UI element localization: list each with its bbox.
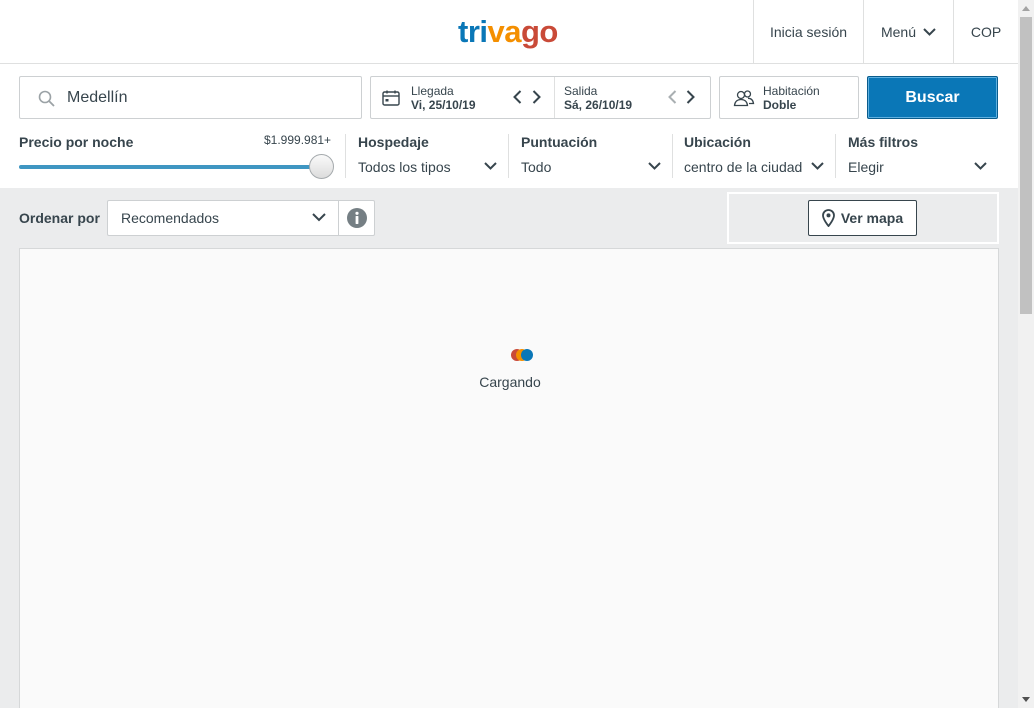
filter-divider <box>835 134 836 178</box>
filter-divider <box>345 134 346 178</box>
room-label: Habitación <box>763 84 820 98</box>
filter-divider <box>508 134 509 178</box>
filter-divider <box>672 134 673 178</box>
scrollbar-thumb[interactable] <box>1020 17 1032 314</box>
top-header: trivago Inicia sesión Menú COP <box>0 0 1018 64</box>
destination-search-field[interactable]: Medellín <box>19 76 362 119</box>
scroll-down-arrow-icon[interactable] <box>1018 691 1034 708</box>
checkin-date[interactable]: Vi, 25/10/19 <box>411 98 476 112</box>
view-map-button[interactable]: Ver mapa <box>808 200 917 236</box>
search-icon <box>38 90 55 107</box>
room-selector[interactable]: Habitación Doble <box>719 76 859 119</box>
room-value: Doble <box>763 98 797 112</box>
price-slider-track[interactable] <box>19 165 322 169</box>
logo-part-tri: tri <box>458 14 488 49</box>
search-button-label: Buscar <box>905 88 960 106</box>
trivago-logo[interactable]: trivago <box>458 14 558 50</box>
info-icon <box>346 208 367 228</box>
loading-spinner <box>511 348 541 362</box>
destination-value: Medellín <box>67 89 128 106</box>
currency-label: COP <box>970 23 1002 40</box>
logo-part-va: va <box>487 14 522 49</box>
checkout-label: Salida <box>564 84 598 98</box>
checkin-label: Llegada <box>411 84 454 98</box>
login-label: Inicia sesión <box>769 23 848 40</box>
price-slider-handle[interactable] <box>309 154 334 179</box>
checkout-date[interactable]: Sá, 26/10/19 <box>564 98 632 112</box>
sort-label: Ordenar por <box>19 210 100 226</box>
checkin-prev-chevron-left-icon[interactable] <box>513 90 522 104</box>
sort-info-button[interactable] <box>338 200 375 236</box>
chevron-down-icon <box>312 213 326 222</box>
search-panel: Medellín Llegada Vi, 25/10/19 Salida Sá,… <box>0 64 1018 188</box>
location-chevron-down-icon[interactable] <box>811 162 824 170</box>
location-filter-label: Ubicación <box>684 134 751 150</box>
checkin-next-chevron-right-icon[interactable] <box>532 90 541 104</box>
view-map-label: Ver mapa <box>840 210 904 226</box>
loading-text: Cargando <box>479 374 541 390</box>
people-icon <box>733 90 755 107</box>
map-pin-icon <box>821 209 835 227</box>
lodging-filter-label: Hospedaje <box>358 134 429 150</box>
loader-dot-blue <box>521 349 533 361</box>
chevron-down-icon <box>923 27 936 36</box>
location-filter-value[interactable]: centro de la ciudad <box>684 159 802 175</box>
checkout-next-chevron-right-icon[interactable] <box>686 90 695 104</box>
search-button[interactable]: Buscar <box>867 76 998 119</box>
calendar-icon <box>382 90 400 106</box>
scroll-up-arrow-icon[interactable] <box>1018 0 1034 17</box>
results-list: Cargando <box>19 248 999 708</box>
checkout-prev-chevron-left-icon[interactable] <box>668 90 677 104</box>
rating-filter-value[interactable]: Todo <box>521 159 551 175</box>
date-divider <box>554 77 555 118</box>
price-max-value: $1.999.981+ <box>264 133 332 147</box>
menu-button[interactable]: Menú <box>863 0 953 63</box>
rating-filter-label: Puntuación <box>521 134 598 150</box>
lodging-chevron-down-icon[interactable] <box>484 162 497 170</box>
price-filter-label: Precio por noche <box>19 134 134 150</box>
logo-part-go: go <box>520 14 558 49</box>
menu-label: Menú <box>880 23 917 40</box>
sort-select[interactable]: Recomendados <box>107 200 339 236</box>
sort-value: Recomendados <box>121 210 220 226</box>
more-filters-label: Más filtros <box>848 134 919 150</box>
more-filters-value[interactable]: Elegir <box>848 159 884 175</box>
login-link[interactable]: Inicia sesión <box>753 0 863 63</box>
more-filters-chevron-down-icon[interactable] <box>974 162 987 170</box>
date-picker: Llegada Vi, 25/10/19 Salida Sá, 26/10/19 <box>370 76 711 119</box>
page-scrollbar[interactable] <box>1018 0 1034 708</box>
rating-chevron-down-icon[interactable] <box>648 162 661 170</box>
currency-button[interactable]: COP <box>953 0 1018 63</box>
lodging-filter-value[interactable]: Todos los tipos <box>358 159 451 175</box>
